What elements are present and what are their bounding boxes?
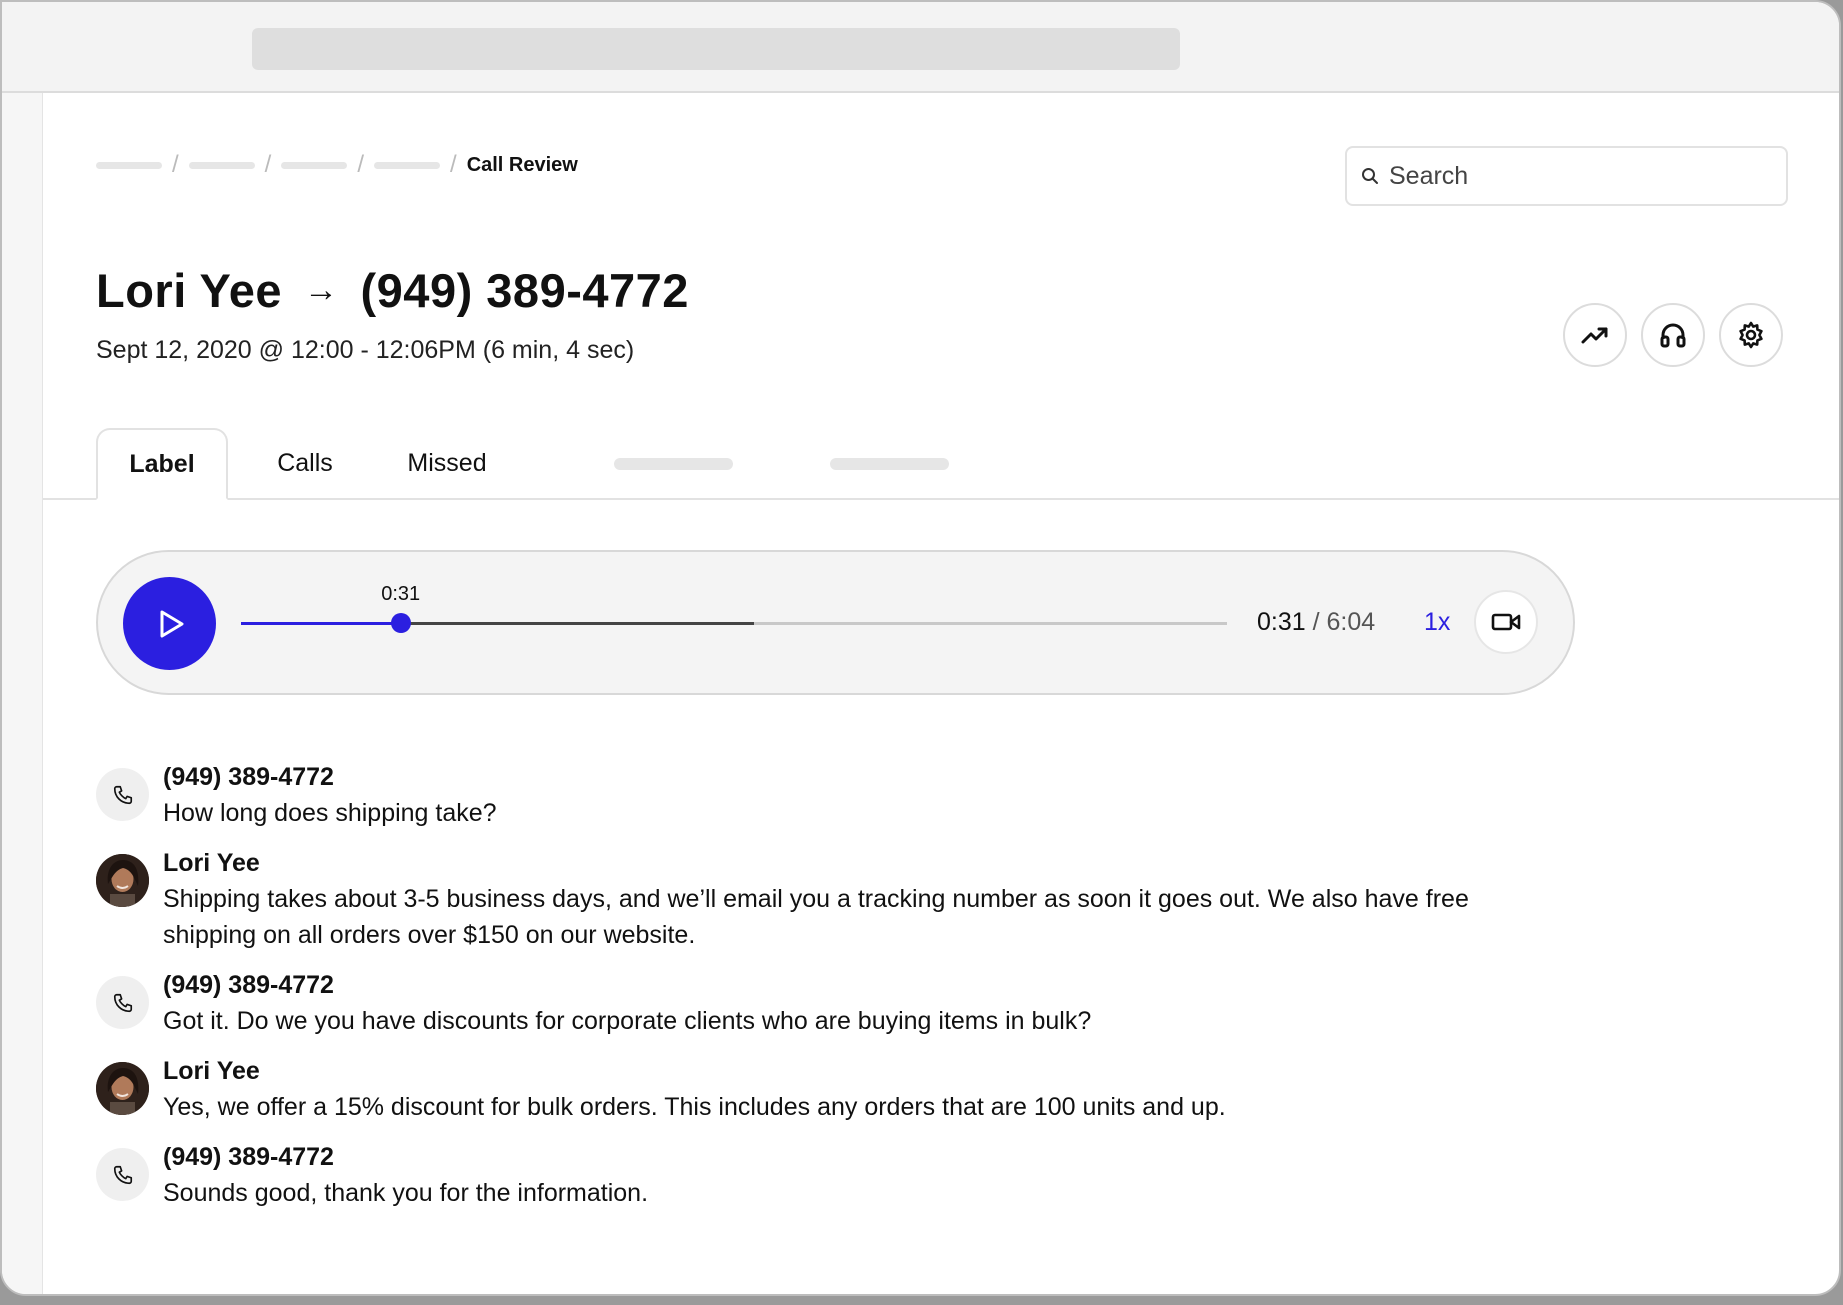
total-duration: 6:04: [1326, 608, 1376, 636]
breadcrumb-separator: /: [172, 151, 179, 178]
header-actions: [1563, 303, 1783, 367]
transcript-message: Lori Yee Shipping takes about 3-5 busines…: [96, 845, 1546, 953]
message-text: How long does shipping take?: [163, 799, 497, 827]
tab-missed[interactable]: Missed: [387, 428, 507, 498]
caller-number: (949) 389-4772: [360, 264, 689, 317]
time-separator: /: [1305, 608, 1327, 636]
message-speaker: (949) 389-4772: [163, 763, 334, 791]
phone-icon: [96, 1148, 149, 1201]
time-display: 0:31 / 6:04: [1257, 608, 1375, 637]
tab-placeholder[interactable]: [830, 458, 949, 470]
message-speaker: (949) 389-4772: [163, 1143, 334, 1171]
avatar: [96, 1062, 149, 1115]
tab-bar: Label Calls Missed: [43, 428, 1839, 500]
progress-track[interactable]: [241, 613, 1227, 633]
browser-toolbar: [2, 2, 1839, 93]
listen-button[interactable]: [1641, 303, 1705, 367]
play-button[interactable]: [123, 577, 216, 670]
tab-calls[interactable]: Calls: [255, 428, 355, 498]
phone-icon: [96, 768, 149, 821]
transcript: (949) 389-4772 How long does shipping tak…: [96, 759, 1546, 1211]
transcript-message: (949) 389-4772 Got it. Do we you have dis…: [96, 967, 1546, 1039]
call-datetime: Sept 12, 2020 @ 12:00 - 12:06PM (6 min, …: [96, 336, 635, 364]
search-icon: [1362, 168, 1378, 184]
breadcrumb-separator: /: [357, 151, 365, 178]
breadcrumb-item[interactable]: [188, 161, 255, 169]
headphones-icon: [1660, 323, 1686, 348]
browser-window: / / / / Call Review Lori Yee → (949) 389…: [0, 0, 1841, 1296]
search-input[interactable]: [1387, 160, 1771, 192]
video-camera-icon: [1491, 613, 1521, 631]
play-icon: [160, 610, 183, 637]
transcript-message: (949) 389-4772 Sounds good, thank you for…: [96, 1139, 1546, 1211]
message-speaker: Lori Yee: [163, 1057, 260, 1085]
settings-button[interactable]: [1719, 303, 1783, 367]
avatar: [96, 854, 149, 907]
message-text: Shipping takes about 3-5 business days, …: [163, 885, 1469, 949]
breadcrumb-current: Call Review: [466, 153, 578, 176]
transcript-message: Lori Yee Yes, we offer a 15% discount for…: [96, 1053, 1546, 1125]
progress-handle[interactable]: [390, 613, 411, 633]
breadcrumb-item[interactable]: [96, 161, 162, 169]
search-box[interactable]: [1345, 146, 1788, 206]
message-text: Yes, we offer a 15% discount for bulk or…: [163, 1093, 1226, 1121]
breadcrumb-item[interactable]: [374, 161, 441, 169]
tab-label[interactable]: Label: [96, 428, 228, 500]
gear-icon: [1739, 321, 1763, 349]
audio-player: 0:31 0:31 / 6:04 1x: [96, 550, 1575, 695]
phone-icon: [96, 976, 149, 1029]
breadcrumb-separator: /: [450, 151, 457, 178]
breadcrumb: / / / / Call Review: [96, 151, 578, 179]
current-time: 0:31: [1257, 608, 1306, 636]
arrow-right-icon: →: [304, 271, 339, 309]
message-text: Sounds good, thank you for the informati…: [163, 1179, 649, 1207]
message-speaker: (949) 389-4772: [163, 971, 334, 999]
main-content: / / / / Call Review Lori Yee → (949) 389…: [43, 93, 1839, 1294]
transcript-message: (949) 389-4772 How long does shipping tak…: [96, 759, 1546, 831]
playback-speed-button[interactable]: 1x: [1424, 608, 1450, 637]
playhead-time-tooltip: 0:31: [381, 583, 421, 605]
sidebar: [2, 93, 43, 1294]
trend-up-icon: [1581, 327, 1608, 344]
video-button[interactable]: [1474, 590, 1538, 654]
address-bar[interactable]: [252, 28, 1180, 70]
message-speaker: Lori Yee: [163, 849, 260, 877]
message-text: Got it. Do we you have discounts for cor…: [163, 1007, 1092, 1035]
breadcrumb-item[interactable]: [281, 161, 348, 169]
tab-placeholder[interactable]: [614, 458, 733, 470]
analytics-button[interactable]: [1563, 303, 1627, 367]
breadcrumb-separator: /: [264, 151, 272, 178]
caller-name: Lori Yee: [96, 264, 283, 317]
page-title: Lori Yee → (949) 389-4772: [96, 263, 689, 318]
progress-played: [241, 622, 401, 625]
